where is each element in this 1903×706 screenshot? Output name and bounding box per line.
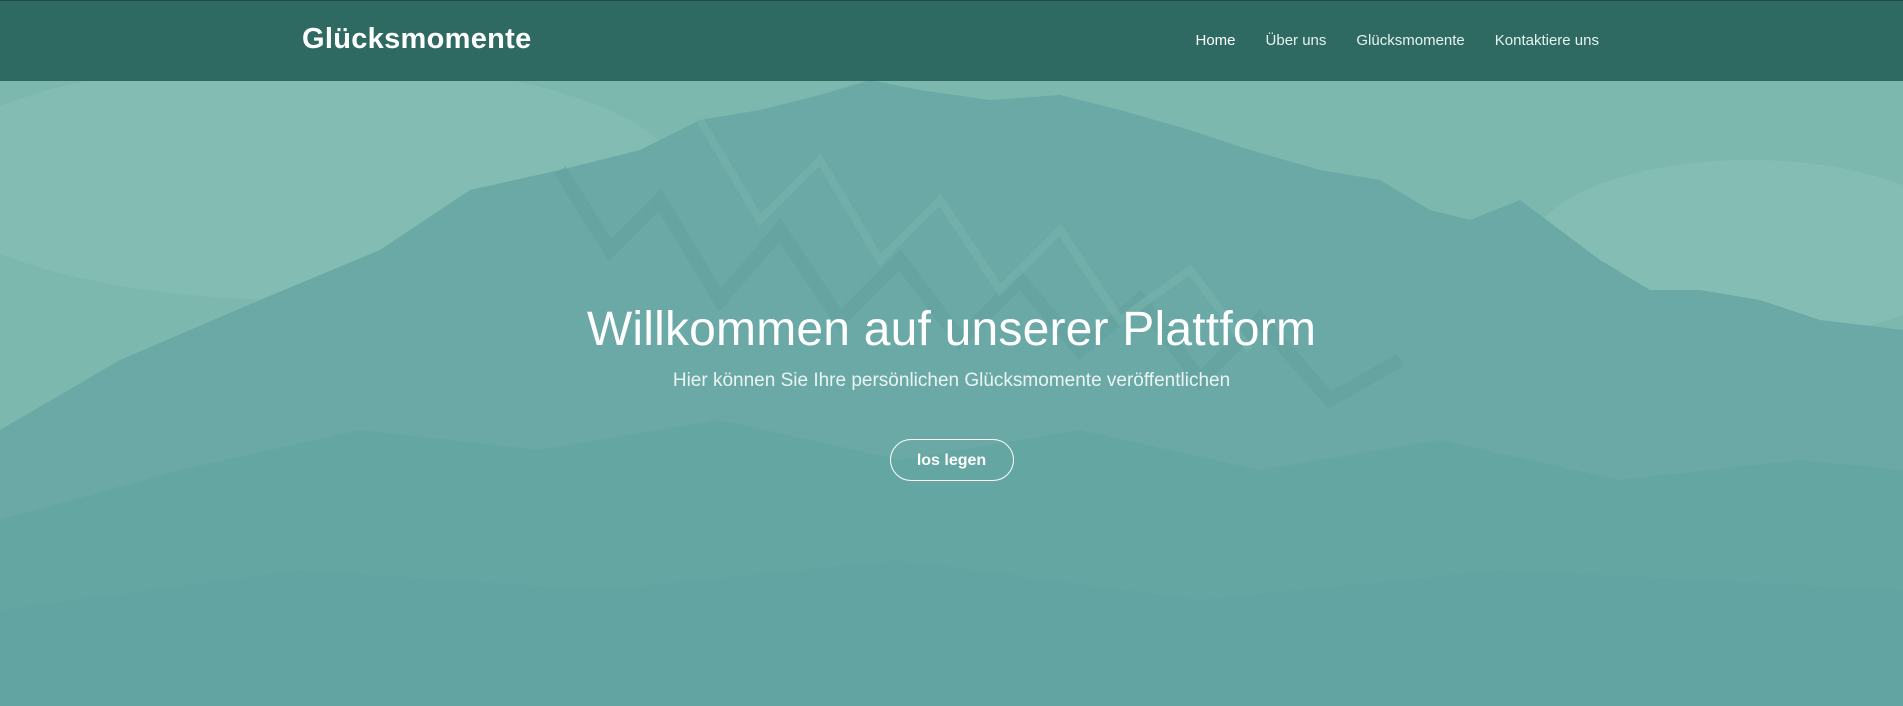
hero-subtitle: Hier können Sie Ihre persönlichen Glücks…: [672, 370, 1231, 391]
hero-title: Willkommen auf unserer Plattform: [586, 303, 1317, 356]
top-navbar: Glücksmomente Home Über uns Glücksmoment…: [0, 0, 1903, 81]
nav-item-moments: Glücksmomente: [1326, 32, 1464, 50]
nav-item-home: Home: [1166, 32, 1236, 50]
nav-link-about[interactable]: Über uns: [1266, 32, 1327, 49]
page: Glücksmomente Home Über uns Glücksmoment…: [0, 0, 1903, 706]
nav-item-contact: Kontaktiere uns: [1465, 32, 1599, 50]
get-started-button[interactable]: los legen: [889, 439, 1014, 481]
nav-menu: Home Über uns Glücksmomente Kontaktiere …: [1166, 32, 1600, 50]
nav-link-contact[interactable]: Kontaktiere uns: [1495, 32, 1599, 49]
nav-item-about: Über uns: [1236, 32, 1327, 50]
brand-logo-link[interactable]: Glücksmomente: [302, 23, 532, 56]
hero-section: Willkommen auf unserer Plattform Hier kö…: [0, 300, 1903, 481]
nav-link-moments[interactable]: Glücksmomente: [1356, 32, 1464, 49]
nav-link-home[interactable]: Home: [1196, 32, 1236, 49]
